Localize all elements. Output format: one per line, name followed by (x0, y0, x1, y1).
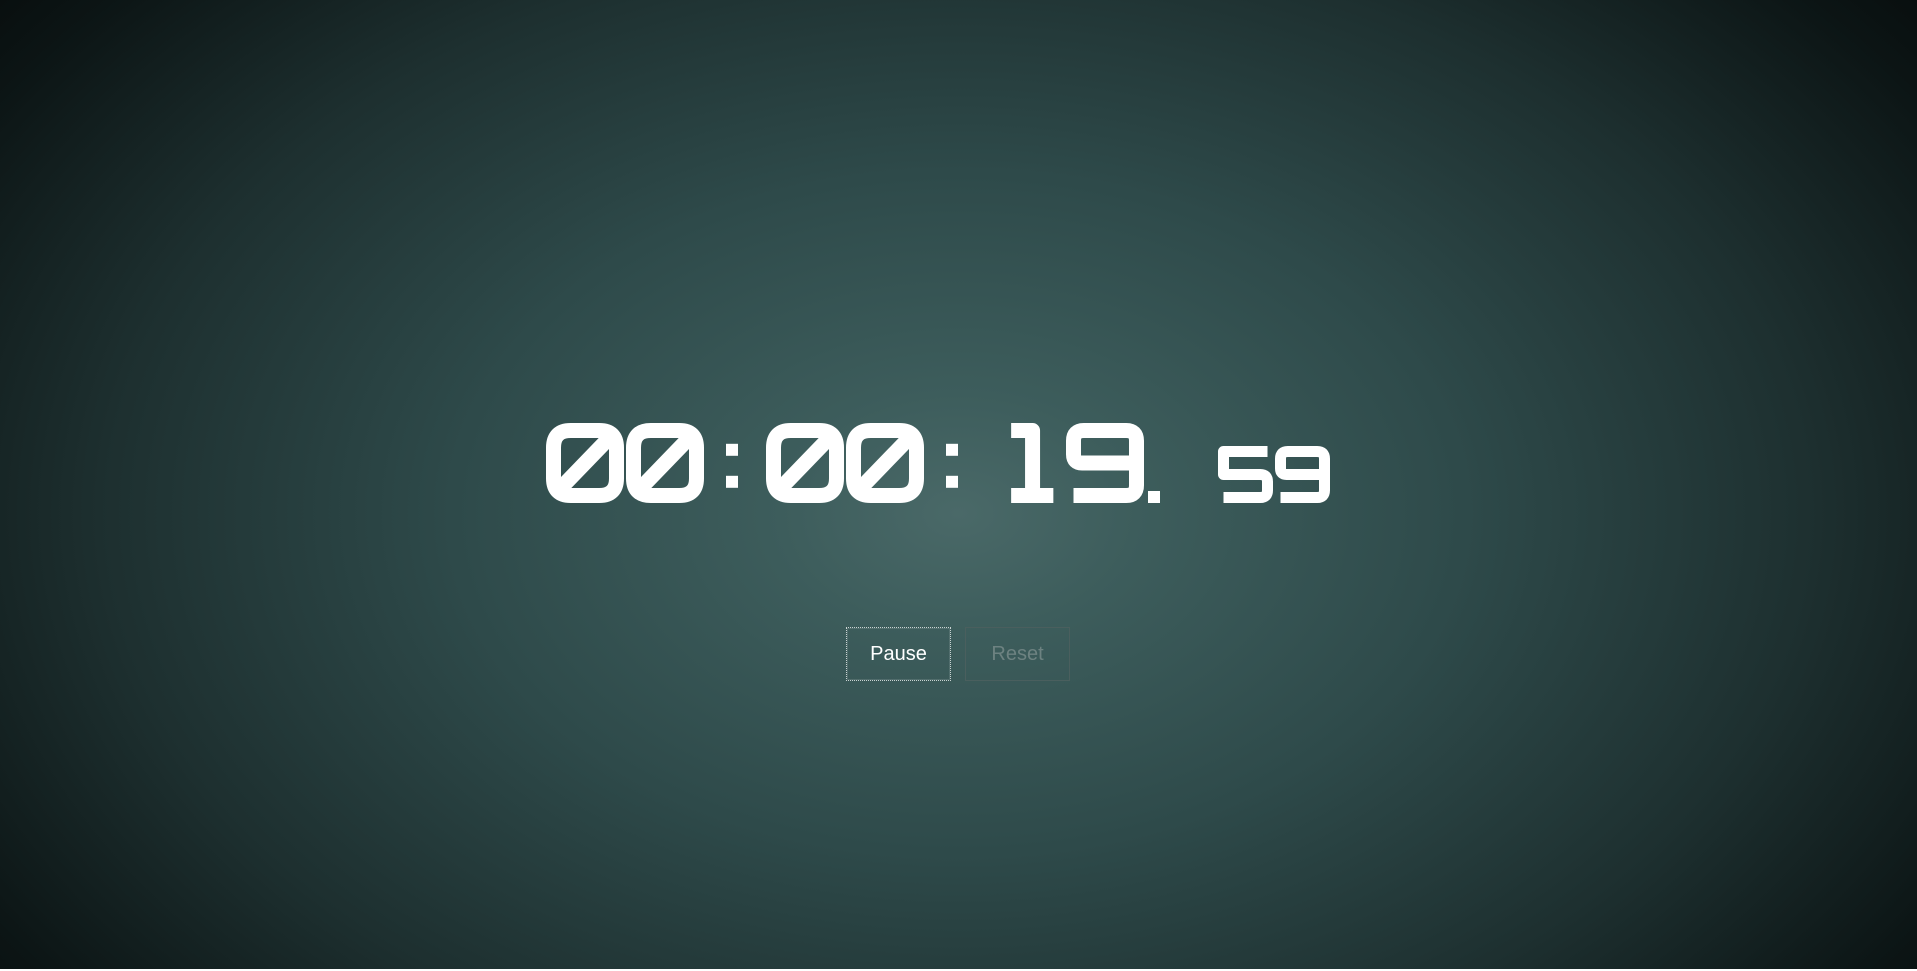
hours-digit (546, 423, 624, 503)
pause-button[interactable]: Pause (846, 627, 951, 681)
hundredths-digit (1275, 446, 1330, 503)
hours-minutes-separator (726, 443, 738, 488)
minutes-digit (766, 423, 844, 503)
seconds-digit (1066, 423, 1144, 503)
decimal-point (1148, 491, 1160, 503)
reset-button[interactable]: Reset (965, 627, 1070, 681)
minutes-digit (846, 423, 924, 503)
stopwatch-screen: Pause Reset (0, 0, 1917, 969)
hundredths-digit (1218, 446, 1273, 503)
timer-display (538, 418, 1378, 518)
minutes-seconds-separator (946, 443, 958, 488)
timer-digits (546, 423, 1330, 503)
hours-digit (626, 423, 704, 503)
seconds-digit (1011, 423, 1054, 503)
